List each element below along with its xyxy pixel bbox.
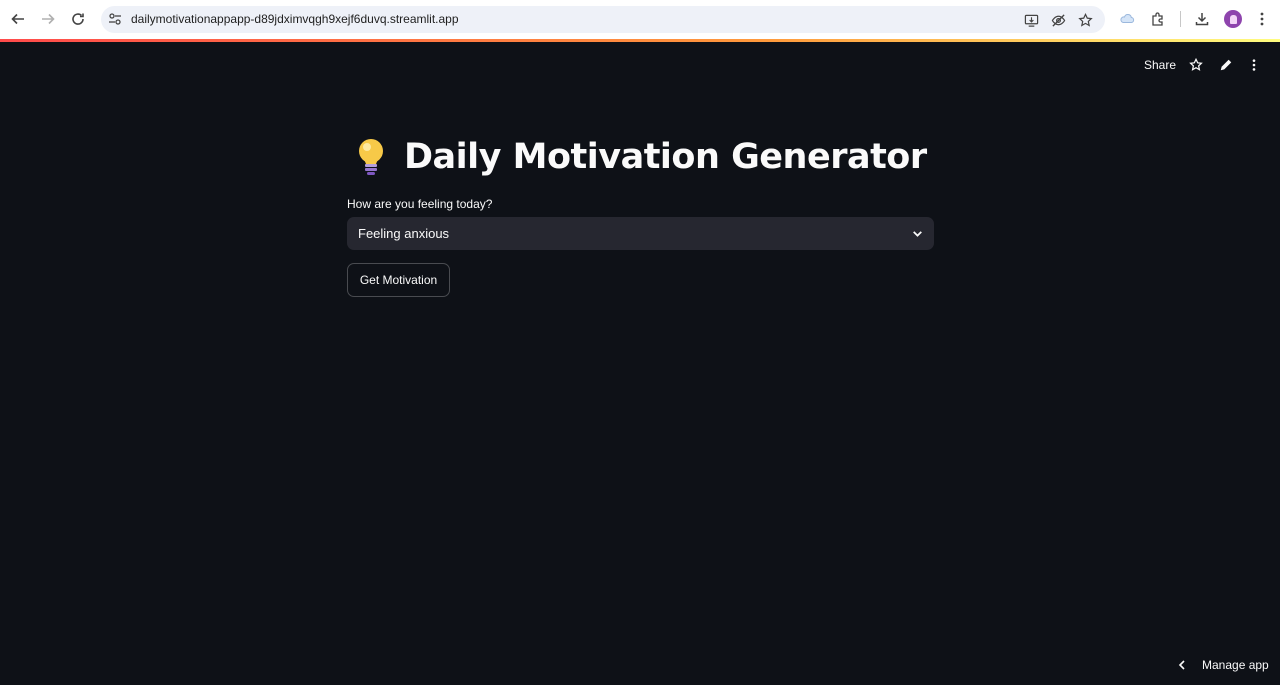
back-icon[interactable] <box>8 9 28 29</box>
get-motivation-button[interactable]: Get Motivation <box>347 263 450 297</box>
site-info-icon[interactable] <box>108 12 122 26</box>
download-icon[interactable] <box>1193 10 1211 28</box>
streamlit-decoration-stripe <box>0 39 1280 42</box>
share-button[interactable]: Share <box>1144 58 1176 72</box>
eye-off-icon[interactable] <box>1049 11 1067 29</box>
manage-app-button[interactable]: Manage app <box>1176 658 1269 672</box>
bookmark-star-icon[interactable] <box>1076 11 1094 29</box>
select-value: Feeling anxious <box>358 226 450 241</box>
browser-toolbar: dailymotivationappapp-d89jdximvqgh9xejf6… <box>0 0 1280 39</box>
profile-avatar[interactable] <box>1224 10 1242 28</box>
extension-cloud-icon[interactable] <box>1118 10 1136 28</box>
page-title: Daily Motivation Generator <box>352 134 927 180</box>
feeling-select[interactable]: Feeling anxious <box>347 217 934 250</box>
chrome-menu-icon[interactable] <box>1253 10 1271 28</box>
select-label: How are you feeling today? <box>347 197 493 211</box>
toolbar-divider <box>1180 11 1181 27</box>
install-app-icon[interactable] <box>1022 11 1040 29</box>
lightbulb-icon <box>359 139 383 175</box>
chevron-down-icon[interactable] <box>911 227 924 240</box>
more-vert-icon[interactable] <box>1245 56 1263 74</box>
extension-puzzle-icon[interactable] <box>1149 10 1167 28</box>
edit-pencil-icon[interactable] <box>1217 56 1235 74</box>
star-icon[interactable] <box>1187 56 1205 74</box>
forward-icon[interactable] <box>38 9 58 29</box>
title-text: Daily Motivation Generator <box>404 137 927 177</box>
reload-icon[interactable] <box>68 9 88 29</box>
url-text[interactable]: dailymotivationappapp-d89jdximvqgh9xejf6… <box>131 12 459 26</box>
manage-app-label: Manage app <box>1202 658 1269 672</box>
chevron-left-icon <box>1178 660 1185 670</box>
address-bar[interactable]: dailymotivationappapp-d89jdximvqgh9xejf6… <box>101 6 1105 33</box>
